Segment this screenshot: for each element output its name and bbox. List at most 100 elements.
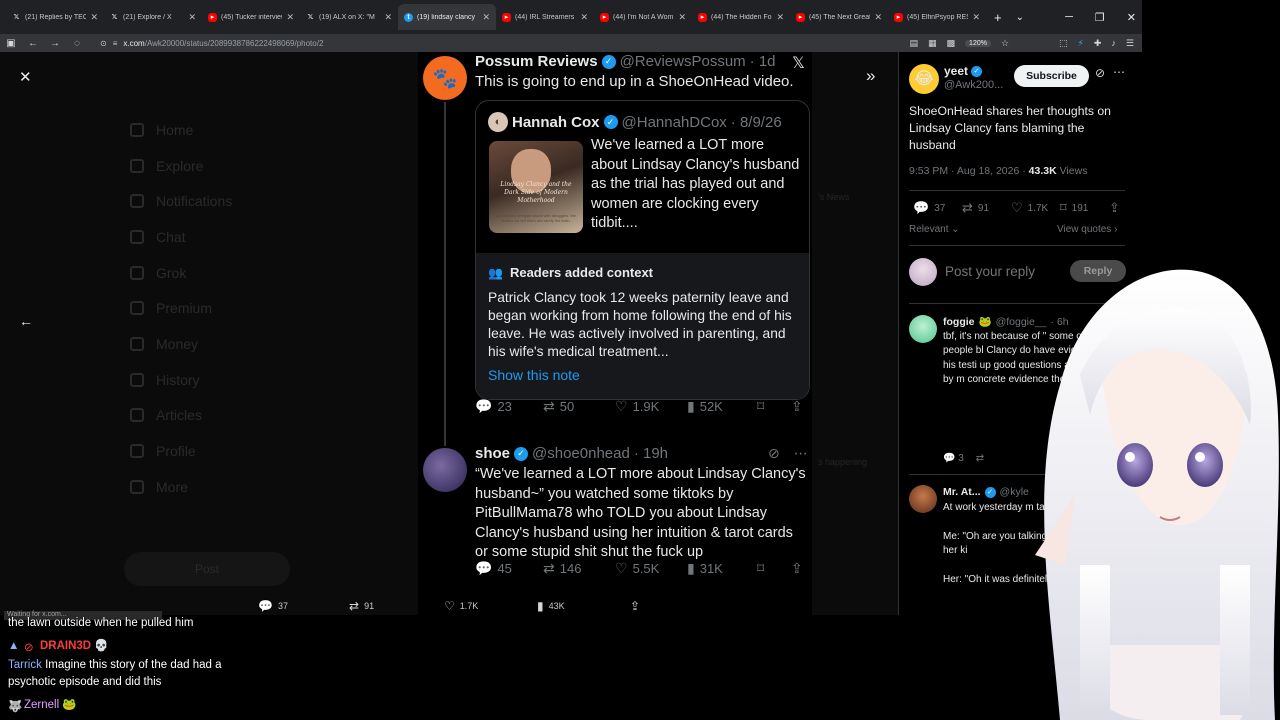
share-button[interactable]: ⇪ (791, 398, 803, 415)
repost-button[interactable]: ⇄ 50 (543, 398, 574, 415)
author-name[interactable]: shoe (475, 445, 510, 462)
quoted-post[interactable]: ◐ Hannah Cox ✓ @HannahDCox · 8/9/26 Lind… (475, 100, 810, 400)
avatar[interactable] (909, 315, 937, 343)
views-button[interactable]: ▮ 43K (537, 599, 565, 613)
grok-icon[interactable]: ⊘ (1095, 66, 1105, 80)
chevron-down-icon[interactable]: ⌄ (1016, 12, 1024, 23)
reply-icon: 💬 (475, 559, 493, 576)
browser-tab[interactable]: ▸ (45) Tucker interview ✕ (202, 4, 300, 30)
reply-button[interactable]: 💬 3 (943, 453, 964, 464)
previous-media-icon[interactable]: ← (19, 313, 33, 329)
minimize-icon[interactable]: ─ (1065, 11, 1073, 23)
bookmark-button[interactable]: ⌑ 191 (1060, 200, 1088, 216)
browser-tab[interactable]: 𝕏 (19) ALX on X: "M ✕ (300, 4, 398, 30)
site-info-icon[interactable]: ⊙ (100, 39, 107, 48)
more-icon[interactable]: ⋯ (1113, 65, 1125, 79)
reply-button[interactable]: 💬 37 (258, 599, 288, 613)
menu-icon[interactable]: ☰ (1126, 38, 1134, 49)
bookmark-button[interactable]: ⌑ (757, 560, 764, 577)
browser-tab-active[interactable]: t (19) lindsay clancy ✕ (398, 4, 496, 30)
close-icon[interactable]: ✕ (188, 12, 196, 23)
star-icon[interactable]: ☆ (1001, 38, 1009, 49)
sidebar-toggle-icon[interactable]: ▣ (0, 38, 22, 49)
share-button[interactable]: ⇪ (630, 599, 640, 613)
close-icon[interactable]: ✕ (776, 12, 784, 23)
avatar[interactable]: 😂 (909, 64, 939, 94)
heart-icon: ♡ (1011, 200, 1023, 215)
zoom-indicator[interactable]: 120% (965, 39, 991, 47)
views-button[interactable]: ▮ 52K (687, 398, 723, 415)
views-button[interactable]: ▮ 31K (687, 560, 723, 577)
bookmark-button[interactable]: ⌑ (757, 398, 764, 415)
repost-button[interactable]: ⇄ 91 (962, 200, 989, 216)
qr-icon[interactable]: ▩ (947, 38, 956, 49)
browser-tab[interactable]: ▸(45) ElfinPsyop RESP✕ (888, 4, 986, 30)
browser-tab[interactable]: ▸ (44) I'm Not A Wom ✕ (594, 4, 692, 30)
subscribe-button[interactable]: Subscribe (1014, 65, 1089, 87)
close-icon[interactable]: ✕ (482, 12, 490, 23)
url-field[interactable]: ⊙ ≡ x.com/Awk20000/status/20899387862224… (100, 39, 323, 48)
grok-icon[interactable]: ⊘ (768, 445, 780, 462)
show-note-link[interactable]: Show this note (488, 367, 799, 383)
close-icon[interactable]: ✕ (384, 12, 392, 23)
browser-tab[interactable]: 𝕏 (21) Explore / X ✕ (104, 4, 202, 30)
article-thumbnail[interactable]: Lindsay Clancy and the Dark Side of Mode… (489, 141, 583, 233)
post-time[interactable]: · 19h (634, 445, 668, 462)
browser-tab[interactable]: ▸ (45) The Next Great ✕ (790, 4, 888, 30)
browser-tab[interactable]: ▸ (44) The Hidden For ✕ (692, 4, 790, 30)
share-button[interactable]: ⇪ (1109, 200, 1120, 216)
close-icon[interactable]: ✕ (90, 12, 98, 23)
extension-icon[interactable]: ⚡ (1078, 38, 1084, 49)
sort-dropdown[interactable]: Relevant ⌄ (909, 224, 960, 235)
reply-button[interactable]: 💬 37 (913, 200, 945, 216)
reply-button[interactable]: 💬 23 (475, 398, 512, 415)
avatar[interactable]: 🐾 (423, 56, 467, 100)
new-tab-icon[interactable]: + (994, 10, 1002, 25)
nav-item: More (130, 469, 232, 505)
repost-icon[interactable]: ⇄ (976, 453, 984, 464)
close-icon[interactable]: ✕ (286, 12, 294, 23)
close-icon[interactable]: ✕ (580, 12, 588, 23)
restore-icon[interactable]: ❐ (1095, 11, 1105, 24)
like-button[interactable]: ♡ 1.7K (444, 599, 478, 613)
extensions-puzzle-icon[interactable]: ✚ (1094, 38, 1102, 49)
close-media-icon[interactable]: ✕ (19, 68, 32, 86)
like-button[interactable]: ♡ 1.7K (1011, 200, 1048, 216)
reader-icon[interactable]: ▤ (910, 38, 919, 49)
close-icon[interactable]: ✕ (678, 12, 686, 23)
loading-icon[interactable]: ◌ (66, 38, 88, 49)
tune-icon[interactable]: ≡ (113, 39, 118, 48)
forward-icon[interactable]: → (44, 38, 66, 49)
verified-icon: ✓ (603, 115, 618, 129)
media-icon[interactable]: ♪ (1111, 38, 1116, 48)
author-handle: @HannahDCox (621, 113, 727, 131)
author-name[interactable]: Possum Reviews (475, 53, 598, 70)
expand-chevron-icon[interactable]: » (866, 66, 875, 86)
close-icon[interactable]: ✕ (972, 12, 980, 23)
author-handle[interactable]: @ReviewsPossum (620, 53, 746, 70)
reply-button[interactable]: 💬 45 (475, 560, 512, 577)
browser-tab[interactable]: 𝕏 (21) Replies by TECH ✕ (6, 4, 104, 30)
nav-item: Chat (130, 219, 232, 255)
avatar[interactable] (909, 485, 937, 513)
post-text: “We've learned a LOT more about Lindsay … (475, 466, 806, 560)
repost-button[interactable]: ⇄ 91 (349, 599, 374, 613)
like-button[interactable]: ♡ 5.5K (615, 560, 659, 577)
close-icon[interactable]: ✕ (874, 12, 882, 23)
close-window-icon[interactable]: ✕ (1127, 11, 1136, 24)
author-handle[interactable]: @shoe0nhead (532, 445, 630, 462)
back-icon[interactable]: ← (22, 38, 44, 49)
author-handle[interactable]: @Awk200... (944, 79, 1003, 91)
post-meta: 9:53 PM · Aug 18, 2026 · 43.3K Views (909, 165, 1088, 177)
avatar[interactable] (423, 448, 467, 492)
extension-icon[interactable]: ⬚ (1059, 38, 1068, 49)
post-time[interactable]: · 1d (750, 53, 776, 70)
author-name[interactable]: yeet ✓ (944, 64, 983, 78)
like-button[interactable]: ♡ 1.9K (615, 398, 659, 415)
browser-tab[interactable]: ▸ (44) IRL Streamers A ✕ (496, 4, 594, 30)
avatar: ◐ (488, 112, 508, 132)
screenshot-icon[interactable]: ▦ (928, 38, 937, 49)
repost-button[interactable]: ⇄ 146 (543, 560, 581, 577)
share-button[interactable]: ⇪ (791, 560, 803, 577)
more-icon[interactable]: ⋯ (794, 445, 808, 462)
